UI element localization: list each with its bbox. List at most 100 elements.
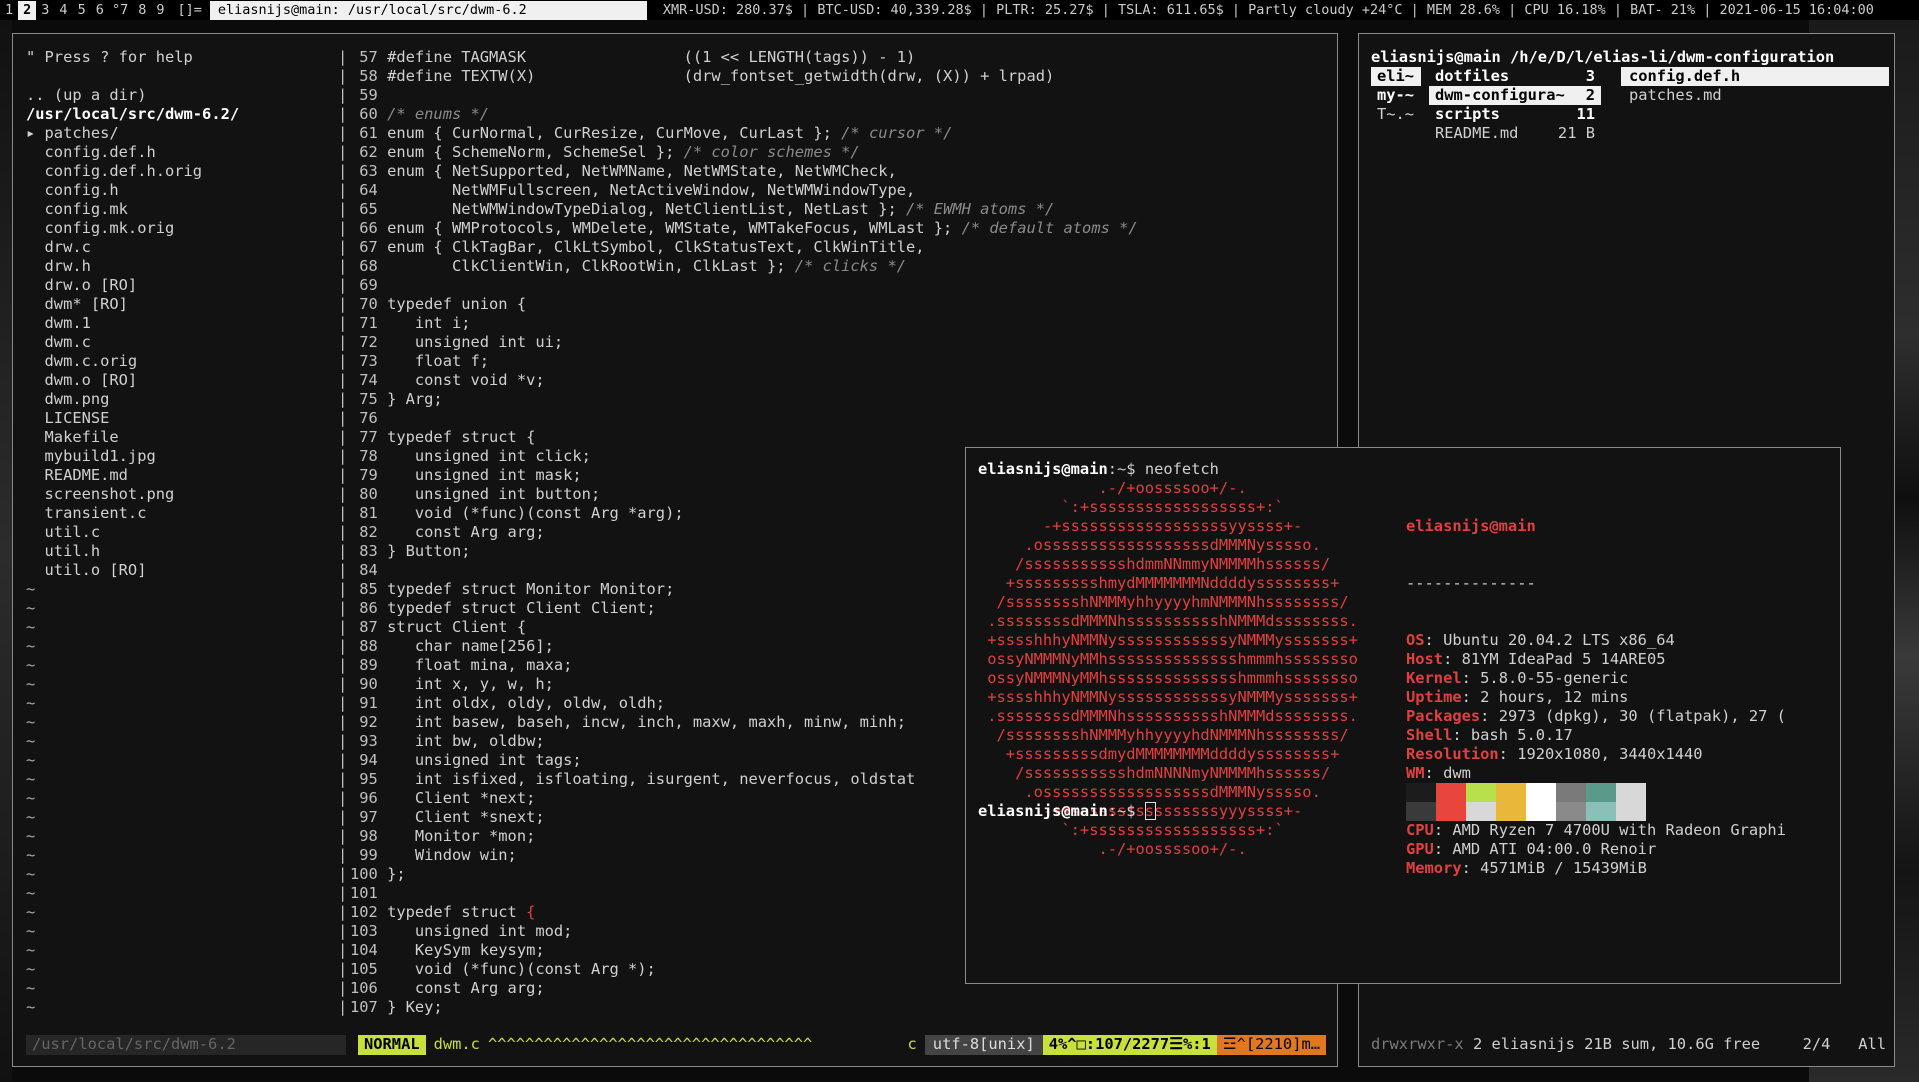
tree-item[interactable]: LICENSE	[26, 409, 351, 428]
tree-item[interactable]: ▸ patches/	[26, 124, 351, 143]
ranger-current-column[interactable]: dotfiles 3 dwm-configura~ 2 scripts 11 README.…	[1429, 67, 1601, 143]
palette-swatch	[1406, 783, 1436, 802]
ranger-parent-item[interactable]: my-~	[1371, 86, 1421, 105]
code-line[interactable]: 67 enum { ClkTagBar, ClkLtSymbol, ClkSta…	[350, 238, 1330, 257]
empty-line-tilde: ~	[26, 694, 36, 712]
ranger-current-item[interactable]: scripts 11	[1429, 105, 1601, 124]
tag-4[interactable]: 4	[54, 1, 72, 20]
code-line[interactable]: 59	[350, 86, 1330, 105]
line-number: 85	[350, 580, 378, 598]
code-line[interactable]: 64 NetWMFullscreen, NetActiveWindow, Net…	[350, 181, 1330, 200]
code-line[interactable]: 69	[350, 276, 1330, 295]
info-row: Resolution: 1920x1080, 3440x1440	[1406, 745, 1703, 763]
tag-8[interactable]: 9	[151, 1, 169, 20]
tree-item[interactable]: config.def.h.orig	[26, 162, 351, 181]
terminal-cursor[interactable]	[1144, 802, 1156, 820]
code-line[interactable]: 71 int i;	[350, 314, 1330, 333]
line-number: 83	[350, 542, 378, 560]
code-line[interactable]: 60 /* enums */	[350, 105, 1330, 124]
code-line[interactable]: 58 #define TEXTW(X) (drw_fontset_getwidt…	[350, 67, 1330, 86]
tree-item[interactable]: Makefile	[26, 428, 351, 447]
tree-item[interactable]: screenshot.png	[26, 485, 351, 504]
code-comment: /* enums */	[387, 105, 490, 123]
tree-item[interactable]	[26, 67, 351, 86]
info-value: bash 5.0.17	[1470, 726, 1573, 744]
tree-item[interactable]: drw.o [RO]	[26, 276, 351, 295]
tree-item[interactable]: config.mk.orig	[26, 219, 351, 238]
tree-item[interactable]: config.h	[26, 181, 351, 200]
code-line[interactable]: 62 enum { SchemeNorm, SchemeSel }; /* co…	[350, 143, 1330, 162]
tag-6[interactable]: 6 °7	[91, 1, 134, 20]
ranger-preview-item[interactable]: config.def.h	[1621, 67, 1889, 86]
tree-item[interactable]: dwm.c	[26, 333, 351, 352]
code-line[interactable]: 75 } Arg;	[350, 390, 1330, 409]
nerdtree-panel[interactable]: " Press ? for help .. (up a dir)/usr/loca…	[26, 48, 351, 1017]
code-line[interactable]: 68 ClkClientWin, ClkRootWin, ClkLast }; …	[350, 257, 1330, 276]
tag-2[interactable]: 2	[18, 0, 37, 20]
line-number: 57	[350, 48, 378, 66]
ranger-parent-column[interactable]: eli~ my-~ T~.~	[1371, 67, 1421, 124]
code-line[interactable]: 72 unsigned int ui;	[350, 333, 1330, 352]
logo-line: .-/+oossssoo+/-.	[978, 479, 1247, 497]
ranger-parent-item[interactable]: T~.~	[1371, 105, 1421, 124]
ranger-preview-column[interactable]: config.def.h patches.md	[1621, 67, 1889, 105]
code-line[interactable]: 107 } Key;	[350, 998, 1330, 1017]
separator-bar: |	[338, 314, 348, 332]
tree-item[interactable]: mybuild1.jpg	[26, 447, 351, 466]
tag-7[interactable]: 8	[133, 1, 151, 20]
code-text: enum { SchemeNorm, SchemeSel };	[387, 143, 684, 161]
tree-item[interactable]: README.md	[26, 466, 351, 485]
terminal-window[interactable]: eliasnijs@main:~$ neofetch .-/+oossssoo+…	[965, 447, 1841, 984]
line-number: 107	[350, 998, 378, 1016]
tree-item[interactable]: .. (up a dir)	[26, 86, 351, 105]
code-text: const Arg arg;	[387, 523, 545, 541]
tree-item[interactable]: util.c	[26, 523, 351, 542]
code-line[interactable]: 76	[350, 409, 1330, 428]
ranger-parent-item[interactable]: eli~	[1371, 67, 1421, 86]
info-row: Kernel: 5.8.0-55-generic	[1406, 669, 1629, 687]
tree-item[interactable]: drw.c	[26, 238, 351, 257]
tree-item[interactable]: transient.c	[26, 504, 351, 523]
tag-3[interactable]: 3	[36, 1, 54, 20]
tree-item[interactable]: util.h	[26, 542, 351, 561]
code-line[interactable]: 70 typedef union {	[350, 295, 1330, 314]
info-user: eliasnijs@main	[1406, 517, 1536, 535]
layout-symbol[interactable]: []=	[170, 1, 210, 20]
code-line[interactable]: 65 NetWMWindowTypeDialog, NetClientList,…	[350, 200, 1330, 219]
tree-item[interactable]: util.o [RO]	[26, 561, 351, 580]
code-line[interactable]: 61 enum { CurNormal, CurResize, CurMove,…	[350, 124, 1330, 143]
ranger-preview-item[interactable]: patches.md	[1621, 86, 1889, 105]
separator-bar: |	[338, 561, 348, 579]
tree-item[interactable]: config.mk	[26, 200, 351, 219]
code-line[interactable]: 77 typedef struct {	[350, 428, 1330, 447]
ranger-current-item[interactable]: README.md 21 B	[1429, 124, 1601, 143]
tree-item[interactable]: dwm.c.orig	[26, 352, 351, 371]
line-number: 74	[350, 371, 378, 389]
code-line[interactable]: 74 const void *v;	[350, 371, 1330, 390]
terminal-prompt[interactable]: eliasnijs@main:~$	[978, 802, 1156, 821]
ranger-current-item[interactable]: dwm-configura~ 2	[1429, 86, 1601, 105]
code-line[interactable]: 63 enum { NetSupported, NetWMName, NetWM…	[350, 162, 1330, 181]
line-number: 70	[350, 295, 378, 313]
palette-swatch	[1466, 783, 1496, 802]
tree-item[interactable]: dwm.o [RO]	[26, 371, 351, 390]
tag-5[interactable]: 5	[73, 1, 91, 20]
separator-bar: |	[338, 485, 348, 503]
code-line[interactable]: 73 float f;	[350, 352, 1330, 371]
line-number: 71	[350, 314, 378, 332]
line-number: 99	[350, 846, 378, 864]
code-line[interactable]: 66 enum { WMProtocols, WMDelete, WMState…	[350, 219, 1330, 238]
ranger-item-name: dwm-configura~	[1435, 86, 1565, 104]
tree-item[interactable]: dwm.1	[26, 314, 351, 333]
info-value: 5.8.0-55-generic	[1480, 669, 1629, 687]
tree-item[interactable]: dwm* [RO]	[26, 295, 351, 314]
ranger-current-item[interactable]: dotfiles 3	[1429, 67, 1601, 86]
info-value: AMD Ryzen 7 4700U with Radeon Graphi	[1452, 821, 1786, 839]
code-line[interactable]: 57 #define TAGMASK ((1 << LENGTH(tags)) …	[350, 48, 1330, 67]
tree-item[interactable]: " Press ? for help	[26, 48, 351, 67]
tree-item[interactable]: /usr/local/src/dwm-6.2/	[26, 105, 351, 124]
tag-1[interactable]: 1	[0, 1, 18, 20]
tree-item[interactable]: drw.h	[26, 257, 351, 276]
tree-item[interactable]: dwm.png	[26, 390, 351, 409]
tree-item[interactable]: config.def.h	[26, 143, 351, 162]
